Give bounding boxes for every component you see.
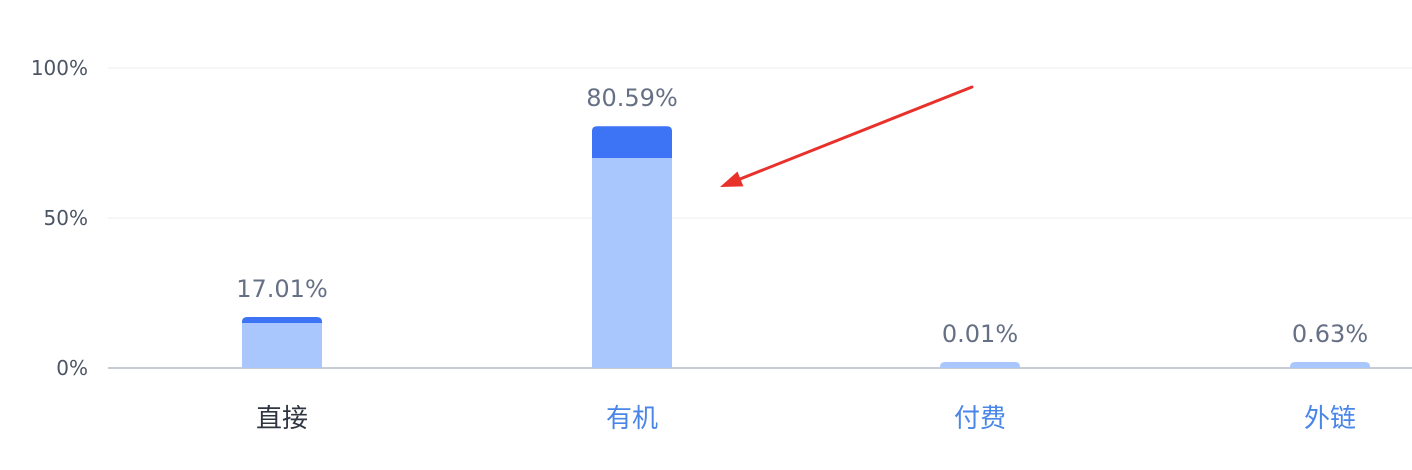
- bar-top-segment: [1290, 362, 1370, 368]
- category-labels[interactable]: 直接 有机 付费 外链: [256, 404, 1356, 434]
- bar-chart: 0% 50% 100% 17.01% 80.59% 0.01% 0.63% 直接 有机 付费 外…: [31, 56, 1412, 434]
- category-label[interactable]: 外链: [1304, 404, 1356, 434]
- data-label: 17.01%: [236, 275, 328, 303]
- bar[interactable]: [242, 316, 322, 368]
- bar-top-segment: [940, 362, 1020, 368]
- arrow-head: [720, 171, 744, 187]
- data-label: 0.01%: [942, 320, 1018, 348]
- bar[interactable]: [592, 126, 672, 368]
- category-label[interactable]: 有机: [606, 404, 658, 434]
- category-label[interactable]: 付费: [954, 404, 1006, 434]
- bar[interactable]: [1290, 362, 1370, 368]
- data-label: 0.63%: [1292, 320, 1368, 348]
- bar-bottom-segment: [592, 158, 672, 368]
- annotation-arrow-icon: [720, 85, 974, 187]
- category-label[interactable]: 直接: [256, 404, 308, 434]
- data-label: 80.59%: [586, 84, 678, 112]
- chart-root: 0% 50% 100% 17.01% 80.59% 0.01% 0.63% 直接 有机 付费 外…: [0, 0, 1412, 470]
- y-axis-ticks: 0% 50% 100%: [31, 56, 88, 380]
- y-tick-label: 0%: [56, 356, 88, 380]
- y-tick-label: 100%: [31, 56, 88, 80]
- y-tick-label: 50%: [44, 206, 88, 230]
- bar[interactable]: [940, 362, 1020, 368]
- bars: [242, 126, 1370, 368]
- value-labels: 17.01% 80.59% 0.01% 0.63%: [236, 84, 1368, 348]
- bar-bottom-segment: [242, 323, 322, 368]
- arrow-shaft: [728, 85, 974, 185]
